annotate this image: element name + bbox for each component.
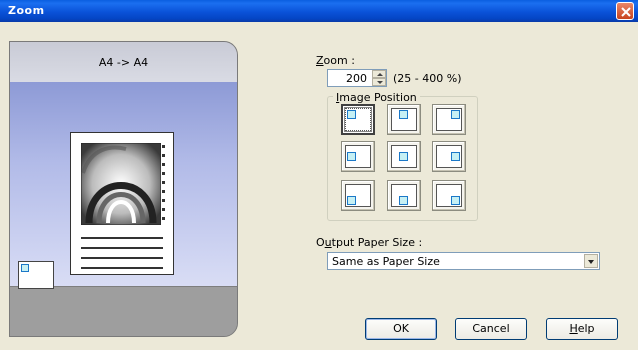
preview-header: A4 -> A4 <box>10 42 237 82</box>
position-middle-left-button[interactable] <box>341 141 375 172</box>
close-button[interactable] <box>616 2 634 20</box>
position-top-right-button[interactable] <box>432 104 466 135</box>
preview-page <box>70 132 174 275</box>
image-position-label: Image Position <box>333 91 420 104</box>
preview-text-line <box>81 267 163 269</box>
window-title: Zoom <box>8 4 45 17</box>
zoom-label: Zoom : <box>316 54 355 67</box>
position-top-center-button[interactable] <box>387 104 421 135</box>
preview-text-line <box>81 247 163 249</box>
position-marker-icon <box>451 196 460 205</box>
title-bar: Zoom <box>0 0 638 22</box>
close-icon <box>621 7 631 17</box>
position-bottom-center-button[interactable] <box>387 180 421 211</box>
help-button[interactable]: Help <box>546 318 618 340</box>
position-marker-icon <box>399 196 408 205</box>
output-paper-size-value: Same as Paper Size <box>332 255 440 268</box>
position-middle-right-button[interactable] <box>432 141 466 172</box>
position-marker-icon <box>399 152 408 161</box>
position-center-button[interactable] <box>387 141 421 172</box>
preview-dots <box>162 145 165 226</box>
position-top-left-button[interactable] <box>341 104 375 135</box>
zoom-range-hint: (25 - 400 %) <box>393 72 462 85</box>
position-bottom-left-button[interactable] <box>341 180 375 211</box>
preview-panel: A4 -> A4 <box>9 41 238 337</box>
position-marker-icon <box>399 110 408 119</box>
preview-image-icon <box>81 143 161 225</box>
spinner-arrows-icon[interactable] <box>372 70 386 86</box>
output-paper-size-select[interactable]: Same as Paper Size <box>327 252 600 270</box>
preview-area <box>10 82 237 286</box>
output-page-thumbnail <box>18 261 54 289</box>
position-marker-icon <box>347 110 356 119</box>
paper-size-label: A4 -> A4 <box>98 56 149 69</box>
preview-text-line <box>81 237 163 239</box>
preview-footer <box>10 286 237 336</box>
cancel-button[interactable]: Cancel <box>455 318 527 340</box>
output-paper-size-label: Output Paper Size : <box>316 236 423 249</box>
chevron-down-icon[interactable] <box>584 254 598 268</box>
position-marker-icon <box>451 152 460 161</box>
preview-text-line <box>81 257 163 259</box>
ok-button[interactable]: OK <box>365 318 437 340</box>
spin-down-button[interactable] <box>372 78 386 86</box>
position-marker-icon <box>347 196 356 205</box>
position-marker-icon <box>347 152 356 161</box>
zoom-value[interactable]: 200 <box>346 72 367 85</box>
position-bottom-right-button[interactable] <box>432 180 466 211</box>
zoom-spinner[interactable]: 200 <box>327 69 387 87</box>
spin-up-button[interactable] <box>372 70 386 78</box>
position-marker-icon <box>21 264 29 272</box>
position-marker-icon <box>451 110 460 119</box>
